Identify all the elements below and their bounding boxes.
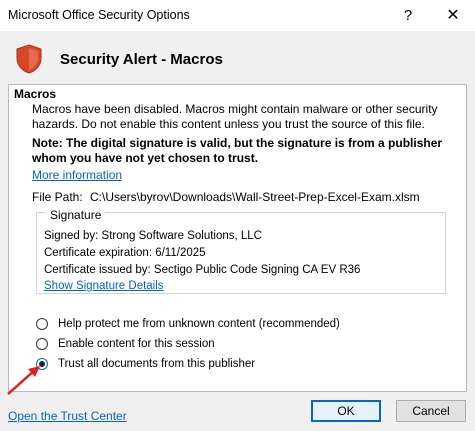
title-bar: Microsoft Office Security Options ? ✕ xyxy=(0,0,475,31)
option-label: Enable content for this session xyxy=(58,338,215,350)
certificate-issuer: Certificate issued by: Sectigo Public Co… xyxy=(44,264,361,276)
section-heading: Macros xyxy=(14,87,57,101)
help-button[interactable]: ? xyxy=(393,4,423,26)
signature-note: Note: The digital signature is valid, bu… xyxy=(32,136,443,165)
file-path-label: File Path: xyxy=(32,190,83,204)
option-enable-session[interactable]: Enable content for this session xyxy=(36,336,215,352)
close-button[interactable]: ✕ xyxy=(438,4,468,26)
window-title: Microsoft Office Security Options xyxy=(8,8,190,22)
shield-icon xyxy=(16,44,42,74)
option-trust-publisher[interactable]: Trust all documents from this publisher xyxy=(36,356,255,372)
dialog-header: Security Alert - Macros xyxy=(0,31,475,85)
cancel-button[interactable]: Cancel xyxy=(396,400,466,422)
certificate-expiration: Certificate expiration: 6/11/2025 xyxy=(44,247,206,259)
more-information-link[interactable]: More information xyxy=(32,168,122,182)
radio-button[interactable] xyxy=(36,318,48,330)
option-label: Trust all documents from this publisher xyxy=(58,358,256,370)
show-signature-details-link[interactable]: Show Signature Details xyxy=(44,280,164,292)
annotation-arrow-icon xyxy=(7,366,40,395)
file-path-value: C:\Users\byrov\Downloads\Wall-Street-Pre… xyxy=(90,190,420,204)
content-area: Macros Macros have been disabled. Macros… xyxy=(8,84,467,392)
macro-description: Macros have been disabled. Macros might … xyxy=(32,102,438,131)
radio-button[interactable] xyxy=(36,338,48,350)
open-trust-center-link[interactable]: Open the Trust Center xyxy=(8,409,127,423)
signed-by: Signed by: Strong Software Solutions, LL… xyxy=(44,230,262,242)
ok-button[interactable]: OK xyxy=(311,400,381,422)
dialog-title: Security Alert - Macros xyxy=(60,51,223,68)
option-label: Help protect me from unknown content (re… xyxy=(58,318,340,330)
option-help-protect[interactable]: Help protect me from unknown content (re… xyxy=(36,316,340,332)
signature-legend: Signature xyxy=(46,208,106,222)
